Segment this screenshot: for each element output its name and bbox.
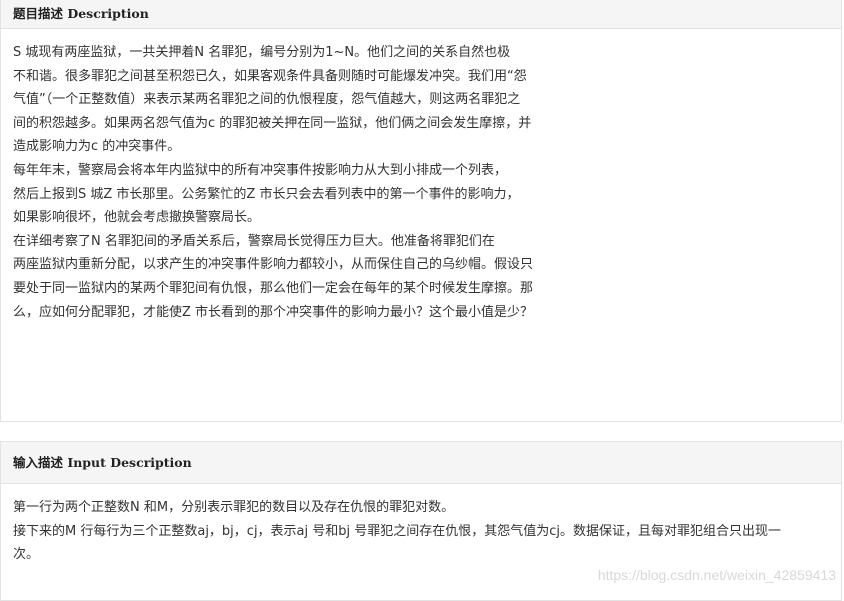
description-title-en: Description — [67, 6, 148, 21]
watermark: https://blog.csdn.net/weixin_42859413 — [598, 567, 836, 583]
description-header: 题目描述 Description — [1, 0, 841, 29]
description-line: 在详细考察了N 名罪犯间的矛盾关系后，警察局长觉得压力巨大。他准备将罪犯们在 — [13, 230, 829, 254]
description-line: S 城现有两座监狱，一共关押着N 名罪犯，编号分别为1~N。他们之间的关系自然也… — [13, 41, 829, 65]
input-title-cn: 输入描述 — [13, 455, 63, 470]
description-line: 么，应如何分配罪犯，才能使Z 市长看到的那个冲突事件的影响力最小？这个最小值是少… — [13, 301, 829, 325]
description-body: S 城现有两座监狱，一共关押着N 名罪犯，编号分别为1~N。他们之间的关系自然也… — [1, 29, 841, 324]
description-line: 每年年末，警察局会将本年内监狱中的所有冲突事件按影响力从大到小排成一个列表， — [13, 159, 829, 183]
description-line: 气值”（一个正整数值）来表示某两名罪犯之间的仇恨程度，怨气值越大，则这两名罪犯之 — [13, 88, 829, 112]
input-line: 接下来的M 行每行为三个正整数aj，bj，cj，表示aj 号和bj 号罪犯之间存… — [13, 520, 829, 544]
description-line: 然后上报到S 城Z 市长那里。公务繁忙的Z 市长只会去看列表中的第一个事件的影响… — [13, 183, 829, 207]
input-body: 第一行为两个正整数N 和M，分别表示罪犯的数目以及存在仇恨的罪犯对数。 接下来的… — [1, 484, 841, 567]
input-title-en: Input Description — [67, 455, 191, 470]
description-line: 间的积怨越多。如果两名怨气值为c 的罪犯被关押在同一监狱，他们俩之间会发生摩擦，… — [13, 112, 829, 136]
description-line: 如果影响很坏，他就会考虑撤换警察局长。 — [13, 206, 829, 230]
description-line: 两座监狱内重新分配，以求产生的冲突事件影响力都较小，从而保住自己的乌纱帽。假设只 — [13, 253, 829, 277]
description-line: 不和谐。很多罪犯之间甚至积怨已久，如果客观条件具备则随时可能爆发冲突。我们用“怨 — [13, 65, 829, 89]
input-header: 输入描述 Input Description — [1, 442, 841, 484]
input-line: 次。 — [13, 543, 829, 567]
description-title-cn: 题目描述 — [13, 6, 63, 21]
description-line: 要处于同一监狱内的某两个罪犯间有仇恨，那么他们一定会在每年的某个时候发生摩擦。那 — [13, 277, 829, 301]
description-line: 造成影响力为c 的冲突事件。 — [13, 135, 829, 159]
input-line: 第一行为两个正整数N 和M，分别表示罪犯的数目以及存在仇恨的罪犯对数。 — [13, 496, 829, 520]
description-panel: 题目描述 Description S 城现有两座监狱，一共关押着N 名罪犯，编号… — [0, 0, 842, 422]
